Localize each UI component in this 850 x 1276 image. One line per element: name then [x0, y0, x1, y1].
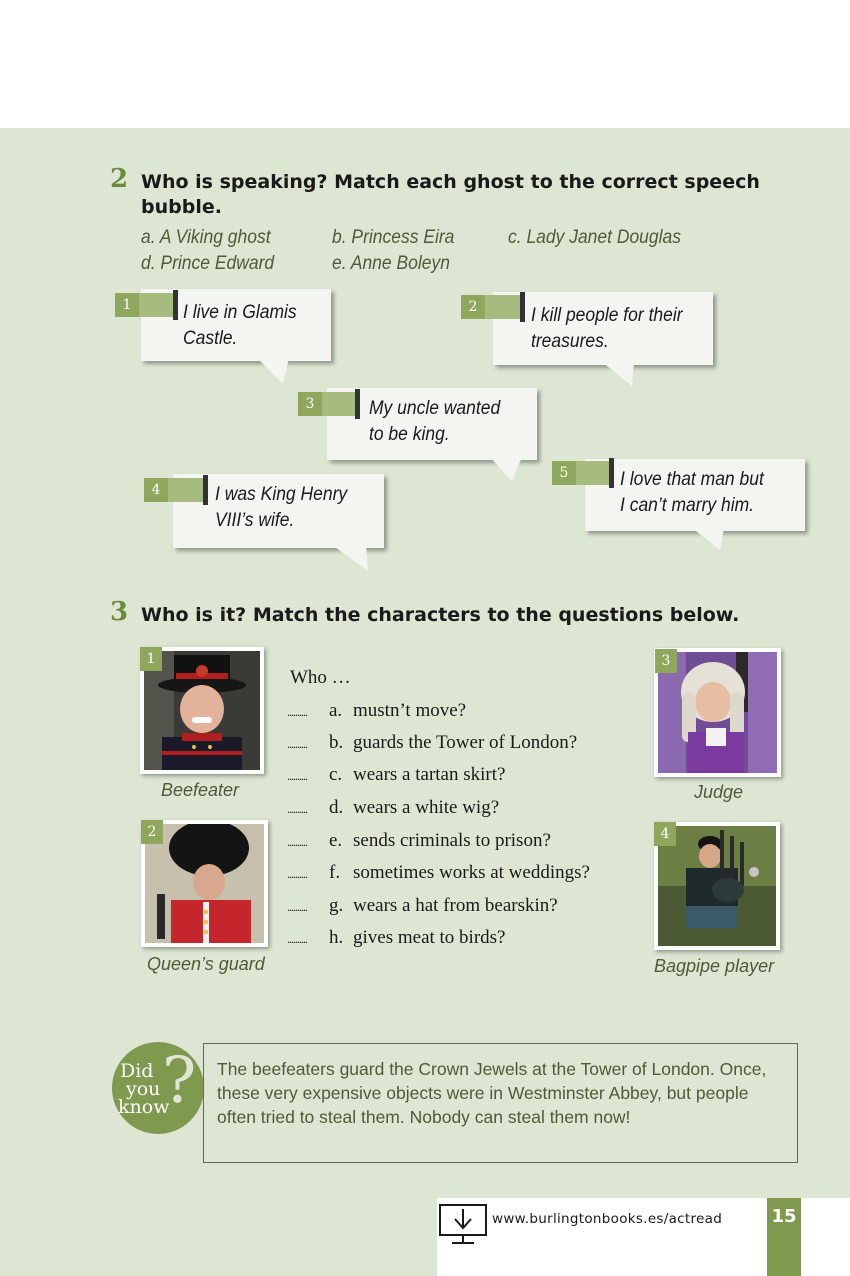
page-number-box: 15 — [767, 1198, 801, 1276]
character-2-number-badge: 2 — [141, 820, 163, 844]
option-a: a. A Viking ghost — [141, 227, 271, 248]
character-1-number-badge: 1 — [140, 647, 162, 671]
question-d-text: wears a white wig? — [353, 797, 500, 818]
did-you-know-badge: ? Did you know — [112, 1042, 204, 1134]
bubble-3-number-badge: 3 — [298, 392, 322, 416]
bubble-1-number-badge: 1 — [115, 293, 139, 317]
download-icon[interactable] — [438, 1203, 488, 1245]
judge-photo: 3 — [654, 648, 781, 777]
question-d-letter: d. — [329, 797, 344, 818]
speech-bubble-4-line2: VIII’s wife. — [215, 510, 295, 531]
bubble-1-badge-bar — [139, 293, 173, 317]
question-b-text: guards the Tower of London? — [353, 732, 578, 753]
speech-bubble-5-line2: I can’t marry him. — [620, 495, 755, 516]
bubble-2-number-badge: 2 — [461, 295, 485, 319]
question-f-text: sometimes works at weddings? — [353, 862, 590, 883]
know-word: know — [118, 1096, 170, 1118]
speech-bubble-2-line1: I kill people for their — [531, 305, 683, 326]
beefeater-photo: 1 — [140, 647, 264, 774]
speech-bubble-1-line1: I live in Glamis — [183, 302, 297, 323]
bubble-1-badge-end — [173, 290, 178, 320]
did-you-know-box: The beefeaters guard the Crown Jewels at… — [203, 1043, 798, 1163]
bagpipe-player-photo: 4 — [654, 822, 780, 950]
speech-bubble-2-line2: treasures. — [531, 331, 609, 352]
question-g-text: wears a hat from bearskin? — [353, 895, 558, 916]
exercise-2-title-line2: bubble. — [141, 196, 222, 218]
bagpipe-player-caption: Bagpipe player — [654, 956, 775, 976]
question-f: .......... f. sometimes works at weddings? — [287, 862, 590, 884]
question-c-letter: c. — [329, 764, 343, 785]
speech-bubble-3-text: My uncle wanted to be king. — [369, 396, 500, 448]
speech-bubble-3-line2: to be king. — [369, 424, 450, 445]
speech-bubble-4-line1: I was King Henry — [215, 484, 348, 505]
speech-bubble-5-line1: I love that man but — [620, 469, 764, 490]
answer-blank-g[interactable]: .......... — [287, 900, 321, 915]
question-g-letter: g. — [329, 895, 344, 916]
question-e: .......... e. sends criminals to prison? — [287, 830, 551, 852]
bubble-5-badge-end — [609, 458, 614, 488]
option-d: d. Prince Edward — [141, 253, 275, 274]
answer-blank-a[interactable]: .......... — [287, 705, 321, 720]
bubble-5-number-badge: 5 — [552, 461, 576, 485]
page-number: 15 — [771, 1206, 797, 1227]
answer-blank-d[interactable]: .......... — [287, 802, 321, 817]
answer-blank-c[interactable]: .......... — [287, 769, 321, 784]
bubble-4-badge-end — [203, 475, 208, 505]
question-e-letter: e. — [329, 830, 343, 851]
who-label: Who … — [290, 667, 351, 688]
question-h-letter: h. — [329, 927, 344, 948]
answer-blank-b[interactable]: .......... — [287, 737, 321, 752]
question-a-text: mustn’t move? — [353, 700, 467, 721]
question-b: .......... b. guards the Tower of London? — [287, 732, 577, 754]
question-a-letter: a. — [329, 700, 343, 721]
bubble-2-badge-bar — [485, 295, 521, 319]
speech-bubble-1-line2: Castle. — [183, 328, 238, 349]
exercise-2-title: Who is speaking? Match each ghost to the… — [141, 170, 760, 220]
queens-guard-photo: 2 — [141, 820, 268, 947]
question-d: .......... d. wears a white wig? — [287, 797, 499, 819]
bubble-5-badge-bar — [576, 461, 610, 485]
exercise-2-number: 2 — [110, 164, 129, 194]
character-3-number-badge: 3 — [655, 649, 677, 673]
option-e: e. Anne Boleyn — [332, 253, 450, 274]
bubble-3-badge-bar — [322, 392, 355, 416]
exercise-3-title: Who is it? Match the characters to the q… — [141, 604, 740, 626]
question-g: .......... g. wears a hat from bearskin? — [287, 895, 558, 917]
speech-bubble-2-text: I kill people for their treasures. — [531, 303, 683, 355]
speech-bubble-1-tail — [257, 358, 289, 384]
character-4-number-badge: 4 — [654, 822, 676, 846]
speech-bubble-3-line1: My uncle wanted — [369, 398, 501, 419]
queens-guard-caption: Queen’s guard — [147, 954, 265, 974]
speech-bubble-4-text: I was King Henry VIII’s wife. — [215, 482, 347, 534]
option-c: c. Lady Janet Douglas — [508, 227, 681, 248]
speech-bubble-2-tail — [602, 362, 634, 386]
answer-blank-h[interactable]: .......... — [287, 932, 321, 947]
question-c: .......... c. wears a tartan skirt? — [287, 764, 505, 786]
did-you-know-text: The beefeaters guard the Crown Jewels at… — [217, 1059, 767, 1127]
question-e-text: sends criminals to prison? — [353, 830, 551, 851]
beefeater-caption: Beefeater — [161, 780, 240, 800]
question-f-letter: f. — [329, 862, 341, 883]
judge-caption: Judge — [694, 782, 744, 802]
question-h: .......... h. gives meat to birds? — [287, 927, 506, 949]
question-a: .......... a. mustn’t move? — [287, 700, 466, 722]
bubble-3-badge-end — [355, 389, 360, 419]
bubble-4-badge-bar — [168, 478, 204, 502]
bubble-4-number-badge: 4 — [144, 478, 168, 502]
option-b: b. Princess Eira — [332, 227, 455, 248]
speech-bubble-5-tail — [692, 528, 724, 550]
exercise-2-title-line1: Who is speaking? Match each ghost to the… — [141, 171, 760, 193]
answer-blank-f[interactable]: .......... — [287, 867, 321, 882]
answer-blank-e[interactable]: .......... — [287, 835, 321, 850]
question-h-text: gives meat to birds? — [353, 927, 506, 948]
bubble-2-badge-end — [520, 292, 525, 322]
speech-bubble-1-text: I live in Glamis Castle. — [183, 300, 297, 352]
speech-bubble-3-tail — [490, 457, 522, 481]
footer-url-link[interactable]: www.burlingtonbooks.es/actread — [492, 1211, 722, 1227]
exercise-3-number: 3 — [110, 597, 129, 627]
question-b-letter: b. — [329, 732, 344, 753]
question-c-text: wears a tartan skirt? — [353, 764, 506, 785]
speech-bubble-4-tail — [332, 545, 368, 571]
speech-bubble-5-text: I love that man but I can’t marry him. — [620, 467, 764, 519]
